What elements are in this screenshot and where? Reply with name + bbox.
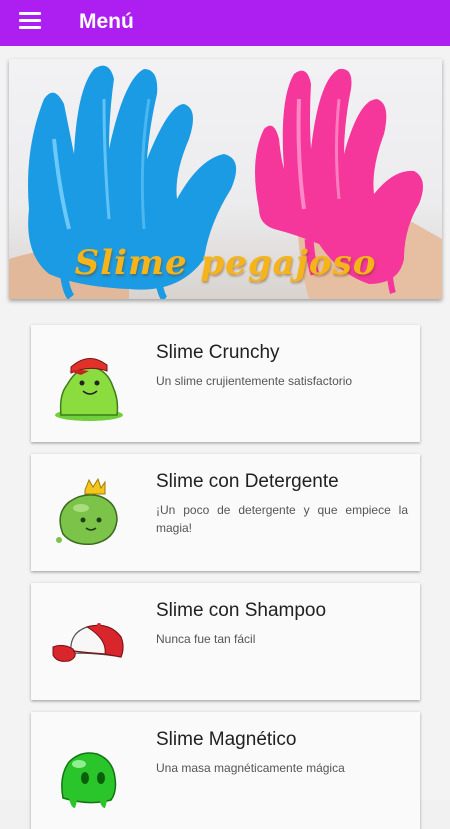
app-bar: Menú	[0, 0, 450, 46]
card-slime-detergente[interactable]: Slime con Detergente ¡Un poco de deterge…	[31, 454, 420, 571]
card-description: Nunca fue tan fácil	[156, 632, 256, 646]
card-slime-magnetico[interactable]: Slime Magnético Una masa magnéticamente …	[31, 712, 420, 829]
green-slime-cap-icon	[55, 358, 123, 421]
card-title: Slime con Detergente	[156, 471, 339, 492]
hamburger-menu-icon[interactable]	[19, 12, 41, 29]
card-title: Slime Crunchy	[156, 342, 280, 363]
card-title: Slime Magnético	[156, 729, 297, 750]
page-title: Menú	[79, 10, 134, 33]
main-content[interactable]: Slime pegajoso Slime Crunchy Un slime cr…	[0, 46, 450, 829]
card-description: Un slime crujientemente satisfactorio	[156, 374, 353, 388]
card-description: ¡Un poco de detergente y que empiece la …	[156, 503, 408, 535]
header-banner-image: Slime pegajoso	[9, 59, 442, 299]
baseball-cap-icon	[52, 623, 124, 662]
magnetic-slime-icon	[61, 752, 117, 808]
card-description: Una masa magnéticamente mágica	[156, 761, 345, 775]
card-slime-crunchy[interactable]: Slime Crunchy Un slime crujientemente sa…	[31, 325, 420, 442]
card-slime-shampoo[interactable]: Slime con Shampoo Nunca fue tan fácil	[31, 583, 420, 700]
banner-title: Slime pegajoso	[74, 243, 377, 283]
slime-crown-icon	[56, 477, 118, 546]
card-title: Slime con Shampoo	[156, 600, 327, 621]
